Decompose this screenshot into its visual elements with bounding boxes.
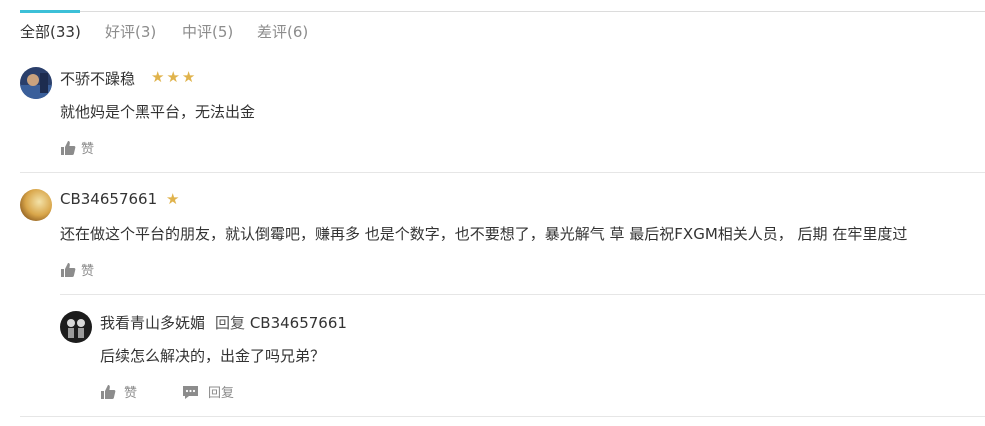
comment-content: 就他妈是个黑平台，无法出金 bbox=[60, 103, 256, 121]
thumbs-up-icon bbox=[61, 140, 76, 155]
reply-label: 回复 bbox=[208, 386, 235, 401]
reply-username[interactable]: 我看青山多妩媚 bbox=[100, 314, 205, 332]
rating-stars: ★ bbox=[166, 190, 182, 208]
tab-all[interactable]: 全部(33) bbox=[20, 10, 81, 52]
avatar[interactable] bbox=[60, 311, 92, 343]
tab-negative[interactable]: 差评(6) bbox=[257, 12, 308, 52]
reply-content: 后续怎么解决的，出金了吗兄弟？ bbox=[100, 347, 326, 365]
like-label: 赞 bbox=[124, 386, 138, 401]
tab-positive[interactable]: 好评(3) bbox=[105, 12, 156, 52]
reply-word: 回复 bbox=[215, 314, 246, 332]
avatar[interactable] bbox=[20, 189, 52, 221]
reply-to-username[interactable]: CB34657661 bbox=[250, 314, 347, 332]
like-label: 赞 bbox=[81, 264, 95, 279]
comment-username[interactable]: CB34657661 bbox=[60, 190, 157, 208]
like-label: 赞 bbox=[81, 142, 95, 157]
like-button[interactable]: 赞 bbox=[100, 382, 137, 401]
reply-button[interactable]: 回复 bbox=[182, 382, 234, 401]
rating-stars: ★★★ bbox=[151, 68, 198, 86]
like-button[interactable]: 赞 bbox=[60, 260, 94, 279]
comment-username[interactable]: 不骄不躁稳 bbox=[60, 68, 135, 89]
like-button[interactable]: 赞 bbox=[60, 138, 94, 157]
thumbs-up-icon bbox=[61, 262, 76, 277]
thumbs-up-icon bbox=[101, 384, 116, 399]
reply-divider bbox=[60, 294, 985, 295]
comment-divider bbox=[20, 416, 985, 417]
tab-neutral[interactable]: 中评(5) bbox=[182, 12, 233, 52]
comment-divider bbox=[20, 172, 985, 173]
comment-icon bbox=[183, 385, 198, 399]
avatar[interactable] bbox=[20, 67, 52, 99]
reply-header: 我看青山多妩媚 回复 CB34657661 bbox=[100, 312, 347, 333]
comment-content: 还在做这个平台的朋友，就认倒霉吧，赚再多 也是个数字，也不要想了，暴光解气 草 … bbox=[60, 225, 908, 243]
tabs-top-border bbox=[20, 11, 985, 12]
